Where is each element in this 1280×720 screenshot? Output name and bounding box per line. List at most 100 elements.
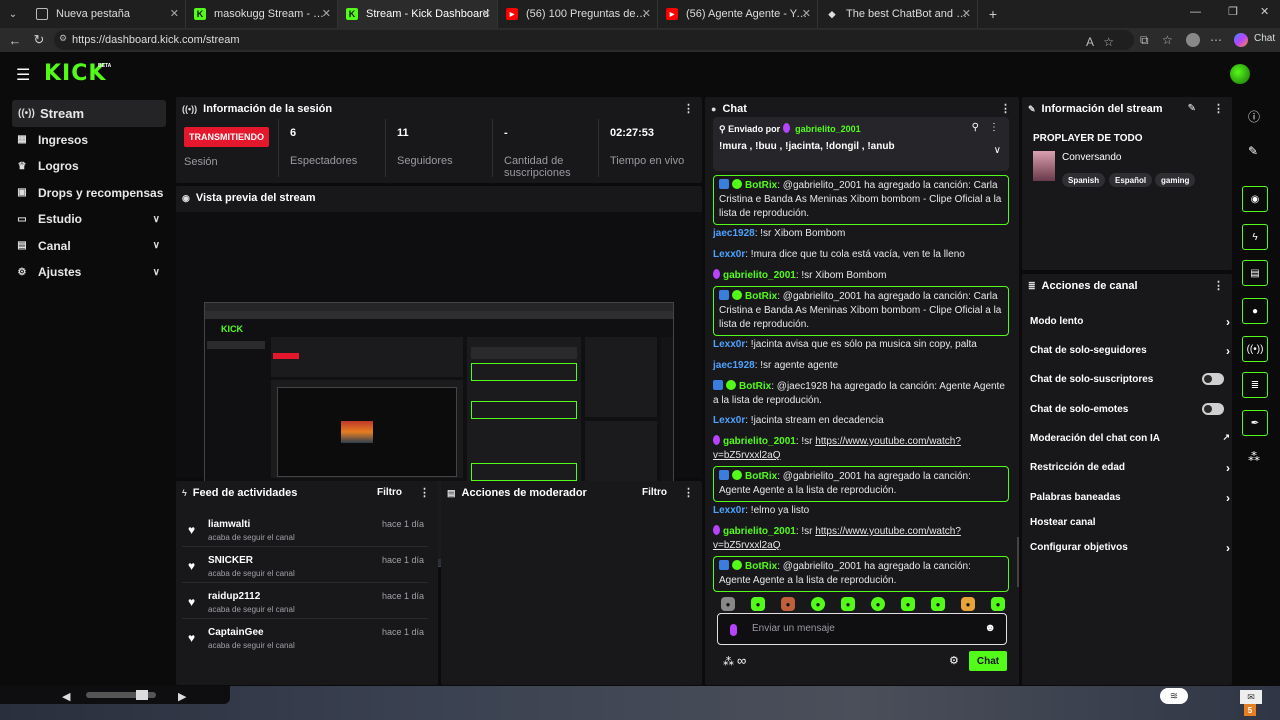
- emote-icon[interactable]: ●: [811, 597, 825, 611]
- rail-document-button[interactable]: ▤: [1242, 260, 1268, 286]
- close-tab-icon[interactable]: ✕: [962, 7, 971, 20]
- collections-icon[interactable]: ☆: [1162, 33, 1173, 47]
- mail-icon[interactable]: ✉: [1240, 690, 1262, 704]
- close-tab-icon[interactable]: ✕: [322, 7, 331, 20]
- close-tab-icon[interactable]: ✕: [802, 7, 811, 20]
- action-emotes-only[interactable]: Chat de solo-emotes: [1030, 403, 1230, 415]
- copilot-chat-label[interactable]: Chat: [1254, 33, 1275, 44]
- tray-app-icon[interactable]: ≋: [1160, 688, 1188, 704]
- gear-icon[interactable]: ⚙: [949, 654, 959, 667]
- chat-scrollbar[interactable]: [1017, 537, 1019, 587]
- emote-icon[interactable]: ●: [871, 597, 885, 611]
- unpin-icon[interactable]: ⚲: [972, 122, 979, 133]
- prev-arrow-icon[interactable]: ◀: [62, 690, 70, 703]
- new-tab-plus-icon[interactable]: +: [984, 5, 1002, 23]
- action-ai-moderation[interactable]: Moderación del chat con IA ↗: [1030, 432, 1230, 444]
- tab-list-chevron-icon[interactable]: ⌄: [4, 5, 22, 23]
- hamburger-menu-icon[interactable]: ☰: [16, 65, 30, 85]
- emote-icon[interactable]: ●: [991, 597, 1005, 611]
- emotes-only-toggle[interactable]: [1202, 403, 1224, 415]
- rail-lightning-button[interactable]: ϟ: [1242, 224, 1268, 250]
- read-aloud-icon[interactable]: A: [1086, 35, 1094, 49]
- pencil-icon[interactable]: ✎: [1248, 144, 1258, 158]
- rail-chat-button[interactable]: ●: [1242, 298, 1268, 324]
- kebab-menu-icon[interactable]: ⋮: [419, 486, 430, 499]
- close-tab-icon[interactable]: ✕: [170, 7, 179, 20]
- browser-tab-masokugg[interactable]: K masokugg Stream - Watch Liv ✕: [186, 0, 338, 28]
- feed-filter-button[interactable]: Filtro: [377, 487, 402, 498]
- emote-icon[interactable]: ●: [931, 597, 945, 611]
- action-slow-mode[interactable]: Modo lento ›: [1030, 315, 1230, 329]
- reload-icon[interactable]: ↻: [30, 31, 48, 49]
- profile-avatar[interactable]: [1186, 33, 1200, 47]
- pencil-icon[interactable]: ✎: [1188, 103, 1196, 114]
- pinned-message[interactable]: ⚲ Enviado por gabrielito_2001 !mura , !b…: [713, 117, 1009, 171]
- emote-icon[interactable]: ●: [901, 597, 915, 611]
- rail-sliders-button[interactable]: ≣: [1242, 372, 1268, 398]
- document-icon: ▤: [1250, 267, 1260, 279]
- action-banned-words[interactable]: Palabras baneadas ›: [1030, 491, 1230, 505]
- browser-tab-new[interactable]: Nueva pestaña ✕: [28, 0, 186, 28]
- emote-cat-icon[interactable]: ●: [721, 597, 735, 611]
- browser-tab-agente[interactable]: ▶ (56) Agente Agente - YouTube ✕: [658, 0, 818, 28]
- user-avatar[interactable]: [1230, 64, 1250, 84]
- emote-icon[interactable]: ●: [961, 597, 975, 611]
- chevron-down-icon[interactable]: ∨: [994, 145, 1001, 156]
- chat-input[interactable]: Enviar un mensaje ☻: [717, 613, 1007, 645]
- close-tab-icon[interactable]: ✕: [642, 7, 651, 20]
- badges-icon[interactable]: ⁂: [723, 655, 734, 668]
- emote-icon[interactable]: ●: [751, 597, 765, 611]
- sidebar-item-estudio[interactable]: ▭ Estudio ∨: [0, 206, 170, 233]
- sidebar-item-ingresos[interactable]: ▦ Ingresos: [0, 127, 170, 154]
- rail-broadcast-button[interactable]: ((•)): [1242, 336, 1268, 362]
- bot-badge-icon: [719, 470, 729, 480]
- preview-header: ◉ Vista previa del stream: [182, 192, 316, 204]
- kebab-menu-icon[interactable]: ⋮: [683, 486, 694, 499]
- sidebar-item-logros[interactable]: ♛ Logros: [0, 153, 170, 180]
- send-chat-button[interactable]: Chat: [969, 651, 1007, 671]
- kebab-menu-icon[interactable]: ⋮: [1000, 102, 1011, 115]
- emote-icon[interactable]: ●: [841, 597, 855, 611]
- maximize-icon[interactable]: ❐: [1228, 5, 1238, 18]
- sidebar-item-ajustes[interactable]: ⚙ Ajustes ∨: [0, 259, 170, 286]
- kebab-menu-icon[interactable]: ⋮: [989, 122, 999, 133]
- subscribers-only-toggle[interactable]: [1202, 373, 1224, 385]
- browser-tab-preguntas[interactable]: ▶ (56) 100 Preguntas de CULTURA G ✕: [498, 0, 658, 28]
- rail-camera-button[interactable]: ◉: [1242, 186, 1268, 212]
- action-host-channel[interactable]: Hostear canal: [1030, 517, 1230, 528]
- info-icon[interactable]: ⓘ: [1248, 108, 1260, 125]
- next-arrow-icon[interactable]: ▶: [178, 690, 186, 703]
- sidebar-item-canal[interactable]: ▤ Canal ∨: [0, 233, 170, 260]
- site-info-icon[interactable]: ⚙: [59, 33, 67, 44]
- rail-wrench-button[interactable]: ✒: [1242, 410, 1268, 436]
- kebab-menu-icon[interactable]: ⋮: [1213, 279, 1224, 292]
- sidebar-item-drops[interactable]: ▣ Drops y recompensas: [0, 180, 170, 207]
- extensions-icon[interactable]: ⋯: [1210, 33, 1222, 47]
- action-goals[interactable]: Configurar objetivos ›: [1030, 541, 1230, 555]
- kebab-menu-icon[interactable]: ⋮: [683, 102, 694, 115]
- copilot-icon[interactable]: [1234, 33, 1248, 47]
- minimize-icon[interactable]: —: [1190, 6, 1201, 18]
- split-screen-icon[interactable]: ⧉: [1140, 33, 1149, 48]
- apps-icon[interactable]: ⁂: [1248, 450, 1260, 464]
- action-followers-only[interactable]: Chat de solo-seguidores ›: [1030, 344, 1230, 358]
- action-age-restriction[interactable]: Restricción de edad ›: [1030, 461, 1230, 475]
- infinity-icon[interactable]: ∞: [737, 653, 746, 668]
- scrub-thumb[interactable]: [136, 690, 148, 700]
- action-subscribers-only[interactable]: Chat de solo-suscriptores: [1030, 373, 1230, 385]
- lightning-icon: ϟ: [182, 488, 187, 498]
- category-name[interactable]: Conversando: [1062, 152, 1121, 163]
- back-arrow-icon[interactable]: ←: [6, 31, 24, 49]
- close-window-icon[interactable]: ✕: [1260, 5, 1269, 18]
- close-tab-icon[interactable]: ✕: [482, 7, 491, 20]
- url-field[interactable]: ⚙ https://dashboard.kick.com/stream A ☆: [54, 30, 1134, 50]
- sidebar-item-stream[interactable]: ((•)) Stream: [12, 100, 166, 127]
- browser-tab-chatbot[interactable]: ◆ The best ChatBot and Widgets for ✕: [818, 0, 978, 28]
- browser-tab-dashboard[interactable]: K Stream - Kick Dashboard ✕: [338, 0, 498, 28]
- emote-icon[interactable]: ●: [781, 597, 795, 611]
- favorite-star-icon[interactable]: ☆: [1103, 35, 1114, 49]
- kebab-menu-icon[interactable]: ⋮: [1213, 102, 1224, 115]
- emoji-icon[interactable]: ☻: [984, 622, 996, 634]
- mod-filter-button[interactable]: Filtro: [642, 487, 667, 498]
- chat-bubble-icon: ●: [1251, 305, 1259, 317]
